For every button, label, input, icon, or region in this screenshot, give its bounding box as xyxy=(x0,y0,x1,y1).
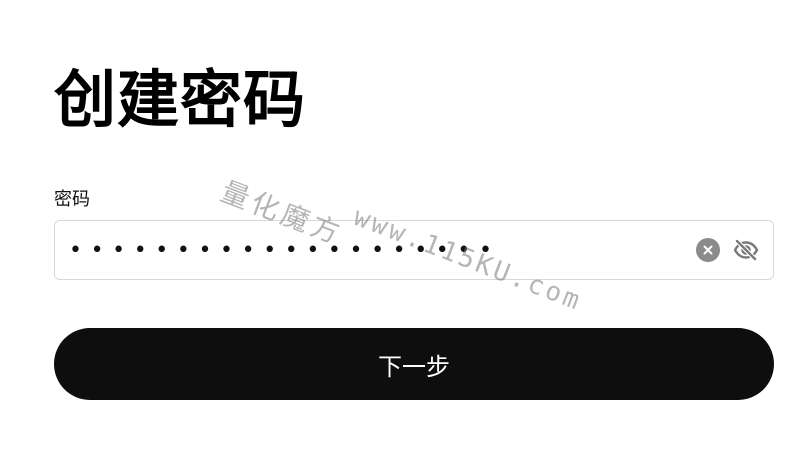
eye-slash-icon[interactable] xyxy=(733,238,759,262)
page-title: 创建密码 xyxy=(54,63,307,136)
clear-x-glyph xyxy=(703,245,713,255)
clear-icon[interactable] xyxy=(696,238,720,262)
next-button[interactable]: 下一步 xyxy=(54,328,774,400)
create-password-page: 创建密码 密码 •••••••••••••••••••• 下一步 量化魔方 ww… xyxy=(0,0,805,464)
password-label: 密码 xyxy=(54,189,90,210)
eye-slash-glyph xyxy=(733,238,759,262)
